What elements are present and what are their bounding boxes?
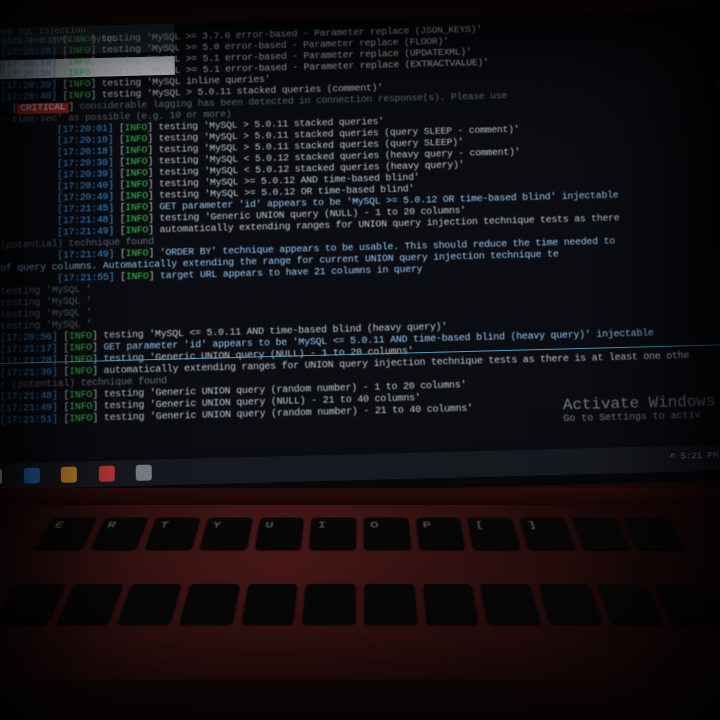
timestamp: [17:21:17] <box>0 344 57 356</box>
laptop-screen: sqlmap SQL Injection the back-end DBMS i… <box>0 10 720 500</box>
key: O <box>364 518 410 549</box>
timestamp: [17:20:18] <box>1 58 57 70</box>
log-level: INFO <box>68 68 91 79</box>
windows-activation-watermark: Activate Windows Go to Settings to activ <box>562 393 716 426</box>
key: Y <box>200 518 252 549</box>
timestamp: [17:20:10] <box>1 47 57 59</box>
key <box>303 583 355 622</box>
timestamp: [17:21:30] <box>0 367 58 379</box>
key <box>623 518 684 549</box>
log-level: INFO <box>125 123 148 134</box>
laptop-keyboard-deck: E R T Y U I O P [ ] <box>0 505 720 680</box>
log-level: INFO <box>68 57 91 68</box>
log-level: INFO <box>125 146 148 157</box>
taskbar-icon[interactable] <box>61 467 77 483</box>
taskbar-icon[interactable] <box>136 465 152 481</box>
log-level: INFO <box>69 402 92 413</box>
key <box>57 583 124 622</box>
key <box>480 583 539 622</box>
key-label: T <box>158 520 170 530</box>
timestamp: [17:20:30] <box>1 69 57 81</box>
key: [ <box>468 518 520 549</box>
log-level: INFO <box>68 35 90 46</box>
log-level: INFO <box>125 214 148 225</box>
photo-of-laptop: sqlmap SQL Injection the back-end DBMS i… <box>0 0 720 720</box>
timestamp: [17:20:39] <box>57 169 114 181</box>
timestamp: [17:20:18] <box>57 147 114 159</box>
log-level: INFO <box>126 272 149 283</box>
timestamp: [17:21:55] <box>57 273 114 285</box>
key-label: E <box>52 520 65 530</box>
timestamp: [17:20:49] <box>57 192 114 204</box>
timestamp: [17:21:49] <box>57 227 114 239</box>
keyboard: E R T Y U I O P [ ] <box>0 518 720 659</box>
timestamp: [17:21:45] <box>57 204 114 216</box>
key <box>654 583 720 622</box>
taskbar-icon[interactable] <box>99 466 115 482</box>
key <box>365 583 417 622</box>
log-level: INFO <box>69 414 92 425</box>
log-level: INFO <box>125 203 148 214</box>
key-label: Y <box>211 520 222 530</box>
key-label: ] <box>526 520 537 530</box>
log-level: INFO <box>69 331 92 342</box>
laptop-hinge <box>0 488 720 506</box>
timestamp: [17:21:49] <box>0 403 58 415</box>
system-tray[interactable]: ^ 5:21 PM <box>670 451 719 462</box>
taskbar-icon[interactable] <box>23 467 39 483</box>
log-level: INFO <box>68 80 91 91</box>
log-level: INFO <box>126 249 149 260</box>
key <box>423 583 479 622</box>
critical-badge: CRITICAL <box>17 103 68 115</box>
key <box>538 583 601 622</box>
key-label: I <box>317 520 326 530</box>
timestamp: [17:20:01] <box>57 124 113 136</box>
key <box>596 583 663 622</box>
key: ] <box>520 518 575 549</box>
log-level: INFO <box>69 367 92 378</box>
log-level: INFO <box>125 180 148 191</box>
timestamp: [17:20:40] <box>1 92 57 104</box>
log-level: INFO <box>125 169 148 180</box>
key-label: P <box>422 520 431 530</box>
timestamp: [17:21:48] <box>57 215 114 227</box>
timestamp: [17:20:01] <box>1 36 57 48</box>
key-label: R <box>105 520 117 530</box>
key: E <box>36 518 97 549</box>
key <box>180 583 239 622</box>
key-label: O <box>370 520 378 530</box>
timestamp: [17:21:51] <box>0 415 58 427</box>
key: R <box>91 518 149 549</box>
log-level: INFO <box>125 226 148 237</box>
timestamp: [17:20:10] <box>57 135 114 147</box>
key: I <box>310 518 356 549</box>
key <box>571 518 629 549</box>
timestamp: [17:21:49] <box>57 250 114 262</box>
key-label: U <box>264 520 274 530</box>
key: U <box>255 518 304 549</box>
timestamp: [17:20:39] <box>1 81 57 93</box>
start-icon[interactable] <box>0 468 2 484</box>
log-level: INFO <box>69 343 92 354</box>
key <box>0 583 66 622</box>
log-level: INFO <box>125 191 148 202</box>
timestamp: [17:21:48] <box>0 391 58 403</box>
timestamp: [17:20:40] <box>57 181 114 193</box>
key <box>242 583 298 622</box>
key: T <box>145 518 200 549</box>
key <box>119 583 182 622</box>
key: P <box>416 518 465 549</box>
log-level: INFO <box>69 390 92 401</box>
timestamp: [17:20:30] <box>57 158 114 170</box>
log-level: INFO <box>68 46 90 57</box>
key-label: [ <box>474 520 484 530</box>
log-level: INFO <box>68 91 91 102</box>
log-level: INFO <box>125 157 148 168</box>
timestamp: [17:20:56] <box>0 332 57 344</box>
log-level: INFO <box>125 135 148 146</box>
